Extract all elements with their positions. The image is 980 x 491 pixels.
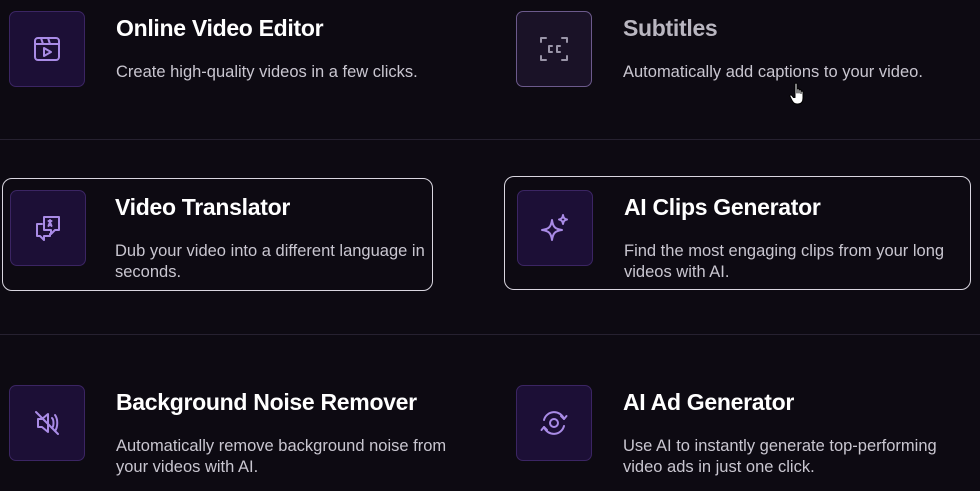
noise-off-icon xyxy=(35,411,59,435)
section-divider xyxy=(0,334,980,335)
feature-title: AI Clips Generator xyxy=(624,194,821,220)
icon-box xyxy=(516,11,592,87)
feature-card-ai-clips-generator[interactable]: AI Clips Generator Find the most engagin… xyxy=(504,176,971,290)
feature-description: Dub your video into a different language… xyxy=(115,242,425,281)
closed-captions-icon xyxy=(540,37,568,61)
feature-title: AI Ad Generator xyxy=(623,389,795,415)
feature-title: Background Noise Remover xyxy=(116,389,417,415)
feature-description: Automatically remove background noise fr… xyxy=(116,437,447,476)
feature-description: Create high-quality videos in a few clic… xyxy=(116,63,418,81)
sparkles-icon xyxy=(541,214,568,241)
feature-description: Use AI to instantly generate top-perform… xyxy=(623,437,937,476)
ad-cycle-icon xyxy=(540,411,568,435)
feature-card-ai-ad-generator[interactable]: AI Ad Generator Use AI to instantly gene… xyxy=(505,370,975,491)
feature-description: Automatically add captions to your video… xyxy=(623,63,923,81)
feature-title: Video Translator xyxy=(115,194,290,220)
icon-box xyxy=(516,385,592,461)
translate-chat-icon xyxy=(36,216,60,241)
feature-card-online-video-editor[interactable]: Online Video Editor Create high-quality … xyxy=(0,0,440,120)
section-divider xyxy=(0,139,980,140)
feature-description: Find the most engaging clips from your l… xyxy=(624,242,945,281)
feature-card-background-noise-remover[interactable]: Background Noise Remover Automatically r… xyxy=(0,370,480,491)
icon-box xyxy=(9,11,85,87)
feature-card-subtitles[interactable]: Subtitles Automatically add captions to … xyxy=(505,0,975,120)
icon-box xyxy=(9,385,85,461)
icon-box xyxy=(10,190,86,266)
video-clapper-icon xyxy=(34,37,60,61)
feature-card-video-translator[interactable]: Video Translator Dub your video into a d… xyxy=(2,178,433,291)
feature-title: Subtitles xyxy=(623,15,718,41)
hand-cursor-icon xyxy=(789,82,804,105)
icon-box xyxy=(517,190,593,266)
feature-title: Online Video Editor xyxy=(116,15,324,41)
